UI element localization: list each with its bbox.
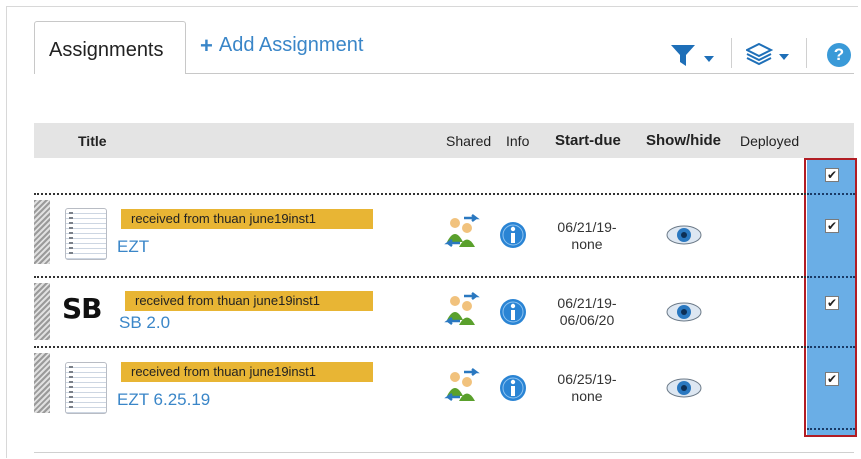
- row-divider: [34, 346, 806, 348]
- show-hide-eye-icon[interactable]: [666, 377, 702, 404]
- row-divider: [807, 428, 855, 430]
- tab-bar-divider: [186, 73, 854, 74]
- info-icon[interactable]: [499, 221, 527, 254]
- tab-assignments-label: Assignments: [49, 39, 164, 61]
- deployed-select-all-checkbox[interactable]: ✔: [825, 168, 839, 182]
- layers-button[interactable]: [744, 42, 794, 73]
- header-shared: Shared: [446, 133, 492, 149]
- header-show-hide: Show/hide: [646, 132, 721, 149]
- toolbar-divider: [806, 38, 807, 68]
- row-divider: [807, 193, 855, 195]
- received-badge: received from thuan june19inst1: [121, 209, 373, 229]
- start-due-date: 06/21/19- none: [547, 219, 627, 253]
- tab-assignments[interactable]: Assignments: [34, 21, 186, 74]
- assignment-title-link[interactable]: SB 2.0: [119, 313, 170, 333]
- start-due-date: 06/21/19- 06/06/20: [547, 295, 627, 329]
- received-badge: received from thuan june19inst1: [125, 291, 373, 311]
- plus-icon: +: [200, 32, 213, 58]
- header-start-due: Start-due: [555, 132, 621, 149]
- start-date: 06/25/19-: [557, 371, 617, 387]
- add-assignment-label: Add Assignment: [218, 34, 364, 56]
- due-date: none: [571, 236, 603, 252]
- notebook-icon: [65, 362, 107, 414]
- assignment-title-link[interactable]: EZT 6.25.19: [117, 390, 210, 410]
- row-divider: [807, 276, 855, 278]
- shared-icon[interactable]: [444, 214, 480, 255]
- start-due-date: 06/25/19- none: [547, 371, 627, 405]
- layers-icon: [744, 42, 789, 66]
- due-date: none: [571, 388, 603, 404]
- drag-handle[interactable]: [34, 200, 50, 264]
- due-date: 06/06/20: [559, 312, 615, 328]
- help-button[interactable]: ?: [827, 43, 851, 67]
- table-header: [34, 123, 854, 158]
- drag-handle[interactable]: [34, 283, 50, 340]
- help-icon: ?: [833, 45, 845, 64]
- header-info: Info: [506, 133, 530, 149]
- notebook-icon: [65, 208, 107, 260]
- filter-button[interactable]: [670, 42, 718, 73]
- shared-icon[interactable]: [444, 368, 480, 409]
- deployed-checkbox[interactable]: ✔: [825, 372, 839, 386]
- shared-icon[interactable]: [444, 292, 480, 333]
- start-date: 06/21/19-: [557, 219, 617, 235]
- header-title: Title: [78, 133, 107, 149]
- header-deployed: Deployed: [740, 133, 800, 149]
- deployed-checkbox[interactable]: ✔: [825, 219, 839, 233]
- info-icon[interactable]: [499, 374, 527, 407]
- sb-logo: SB: [62, 292, 103, 325]
- info-icon[interactable]: [499, 298, 527, 331]
- show-hide-eye-icon[interactable]: [666, 224, 702, 251]
- row-divider: [807, 346, 855, 348]
- row-divider: [34, 276, 806, 278]
- show-hide-eye-icon[interactable]: [666, 301, 702, 328]
- row-divider: [34, 193, 806, 195]
- deployed-checkbox[interactable]: ✔: [825, 296, 839, 310]
- table-bottom-border: [34, 452, 854, 453]
- start-date: 06/21/19-: [557, 295, 617, 311]
- filter-icon: [671, 45, 714, 66]
- received-badge: received from thuan june19inst1: [121, 362, 373, 382]
- assignment-title-link[interactable]: EZT: [117, 237, 149, 257]
- drag-handle[interactable]: [34, 353, 50, 413]
- toolbar-divider: [731, 38, 732, 68]
- add-assignment-link[interactable]: + Add Assignment: [200, 34, 363, 57]
